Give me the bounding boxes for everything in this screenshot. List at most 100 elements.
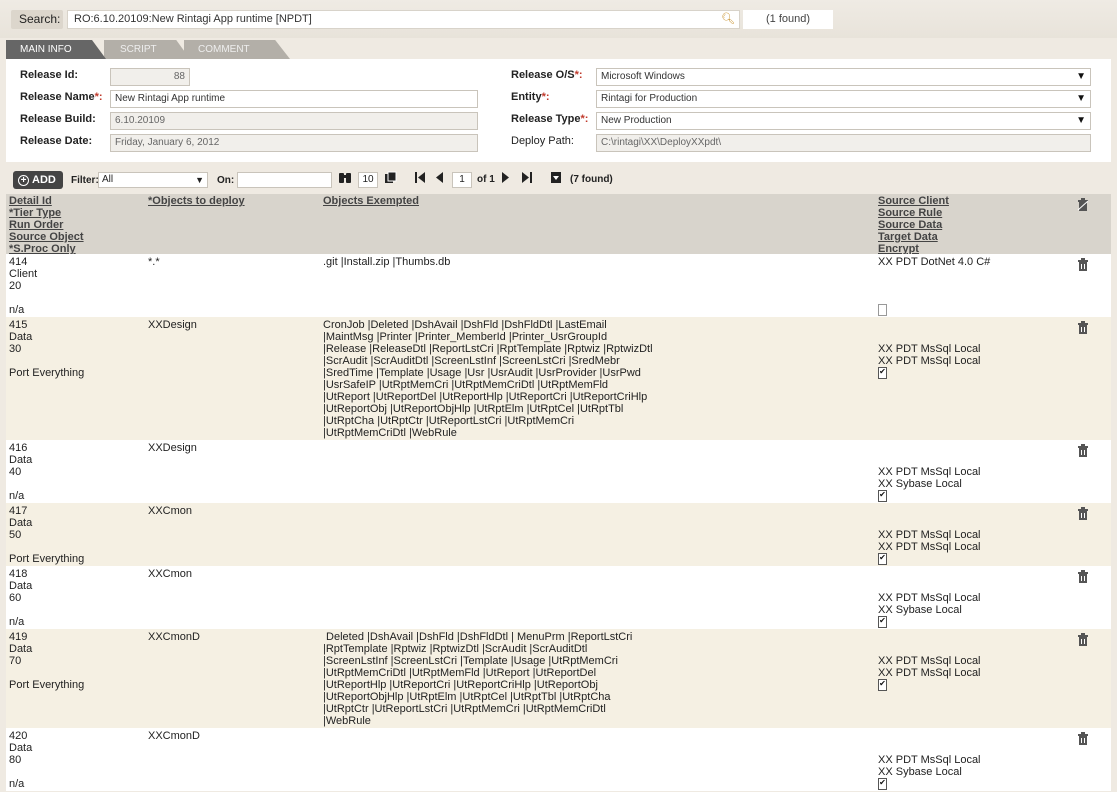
first-page-icon[interactable] <box>414 171 426 187</box>
objects-to-deploy: XXCmonD <box>148 631 200 643</box>
search-input[interactable]: RO:6.10.20109:New Rintagi App runtime [N… <box>67 10 740 29</box>
export-icon[interactable] <box>550 171 562 187</box>
next-page-icon[interactable] <box>501 171 511 187</box>
source-target-cell: XX PDT MsSql Local XX Sybase Local ✔ <box>878 568 981 628</box>
objects-to-deploy: XXCmon <box>148 505 193 517</box>
run-order: 30 <box>9 343 22 355</box>
filter-label: Filter: <box>71 175 99 186</box>
encrypt: ✔ <box>878 367 981 379</box>
release-name-field[interactable]: New Rintagi App runtime <box>110 90 478 108</box>
entity-select[interactable]: Rintagi for Production ▼ <box>596 90 1091 108</box>
chevron-down-icon: ▼ <box>195 175 204 185</box>
encrypt: ✔ <box>878 553 981 565</box>
run-order: 80 <box>9 754 22 766</box>
chevron-down-icon: ▼ <box>1076 71 1086 82</box>
target-data: XX PDT MsSql Local <box>878 667 981 679</box>
detail-cell: 419 Data 70 Port Everything <box>9 631 84 691</box>
objects-exempted: .git |Install.zip |Thumbs.db <box>323 256 658 268</box>
exempted-line: |SredTime |Template |Usage |Usr |UsrAudi… <box>323 367 641 379</box>
objects-exempted: CronJob |Deleted |DshAvail |DshFld |DshF… <box>323 319 658 439</box>
encrypt: ✔ <box>878 490 981 502</box>
on-label: On: <box>217 175 235 186</box>
encrypt-checkbox[interactable]: ✔ <box>878 616 887 628</box>
trash-icon[interactable] <box>1077 258 1089 271</box>
detail-id: 415 <box>9 319 28 331</box>
table-row[interactable]: 416 Data 40 n/a XXDesign XX PDT MsSql Local XX… <box>6 440 1111 503</box>
trash-icon[interactable] <box>1077 444 1089 457</box>
header-col-source[interactable]: Source Client Source Rule Source Data Targe… <box>878 195 949 255</box>
trash-icon[interactable] <box>1077 570 1089 583</box>
sproc-only: n/a <box>9 616 25 628</box>
table-row[interactable]: 419 Data 70 Port Everything XXCmonD Deleted … <box>6 629 1111 728</box>
tab-comment[interactable]: COMMENT <box>184 40 290 59</box>
tier-type: Data <box>9 454 33 466</box>
header-col-objects[interactable]: *Objects to deploy <box>148 195 245 207</box>
objects-to-deploy: XXDesign <box>148 442 197 454</box>
detail-cell: 420 Data 80 n/a <box>9 730 32 790</box>
table-row[interactable]: 420 Data 80 n/a XXCmonD XX PDT MsSql Local XX … <box>6 728 1111 791</box>
trash-icon[interactable] <box>1077 732 1089 745</box>
tab-script[interactable]: SCRIPT <box>104 40 190 59</box>
sproc-only: Port Everything <box>9 679 85 691</box>
copy-icon[interactable] <box>384 171 397 187</box>
required-mark: *: <box>580 113 589 125</box>
encrypt-checkbox[interactable]: ✔ <box>878 490 887 502</box>
trash-icon[interactable] <box>1077 633 1089 646</box>
trash-icon[interactable] <box>1077 507 1089 520</box>
objects-to-deploy: XXDesign <box>148 319 197 331</box>
table-row[interactable]: 417 Data 50 Port Everything XXCmon XX PDT MsS… <box>6 503 1111 566</box>
release-os-select[interactable]: Microsoft Windows ▼ <box>596 68 1091 86</box>
chevron-down-icon: ▼ <box>1076 93 1086 104</box>
encrypt <box>878 304 990 316</box>
encrypt-checkbox[interactable]: ✔ <box>878 553 887 565</box>
target-data: XX Sybase Local <box>878 766 962 778</box>
encrypt: ✔ <box>878 616 981 628</box>
header-col-exempted[interactable]: Objects Exempted <box>323 195 419 207</box>
encrypt-checkbox[interactable]: ✔ <box>878 778 887 790</box>
release-id-label: Release Id: <box>20 69 79 81</box>
trash-icon[interactable] <box>1077 321 1089 334</box>
exempted-line: |UtReportObjHlp |UtRptElm |UtRptCel |UtR… <box>323 691 611 703</box>
exempted-line: |ScreenLstInf |ScreenLstCri |Template |U… <box>323 655 618 667</box>
exempted-line: .git |Install.zip |Thumbs.db <box>323 256 451 268</box>
exempted-line: |WebRule <box>323 715 371 727</box>
prev-page-icon[interactable] <box>434 171 444 187</box>
table-row[interactable]: 418 Data 60 n/a XXCmon XX PDT MsSql Local XX S… <box>6 566 1111 629</box>
release-type-select[interactable]: New Production ▼ <box>596 112 1091 130</box>
table-row[interactable]: 414 Client 20 n/a *.* .git |Install.zip |Thum… <box>6 254 1111 317</box>
source-client <box>878 631 981 643</box>
page-number-input[interactable]: 1 <box>452 172 472 188</box>
last-page-icon[interactable] <box>521 171 533 187</box>
source-target-cell: XX PDT MsSql Local XX Sybase Local ✔ <box>878 730 981 790</box>
delete-all-icon[interactable] <box>1077 198 1089 211</box>
table-row[interactable]: 415 Data 30 Port Everything XXDesign CronJob … <box>6 317 1111 440</box>
add-button[interactable]: + ADD <box>13 171 63 189</box>
search-icon[interactable]: 🔍︎ <box>718 11 738 28</box>
tier-type: Data <box>9 331 33 343</box>
exempted-line: CronJob |Deleted |DshAvail |DshFld |DshF… <box>323 319 607 331</box>
tab-main-info[interactable]: MAIN INFO <box>6 40 106 59</box>
exempted-line: |UtRptMemCriDtl |UtRptMemFld |UtReport |… <box>323 667 597 679</box>
required-mark: *: <box>541 91 550 103</box>
on-input[interactable] <box>237 172 332 188</box>
encrypt-checkbox[interactable] <box>878 304 887 316</box>
detail-id: 417 <box>9 505 28 517</box>
sproc-only: n/a <box>9 490 25 502</box>
encrypt-checkbox[interactable]: ✔ <box>878 679 887 691</box>
sproc-only: n/a <box>9 778 25 790</box>
filter-select[interactable]: All ▼ <box>98 172 208 188</box>
page-size-input[interactable]: 10 <box>358 172 378 188</box>
tier-type: Data <box>9 742 33 754</box>
deploy-path-label: Deploy Path: <box>511 135 574 147</box>
source-client <box>878 442 981 454</box>
binoculars-icon[interactable] <box>338 171 352 187</box>
tier-type: Data <box>9 643 33 655</box>
source-data: XX PDT MsSql Local <box>878 592 981 604</box>
detail-id: 416 <box>9 442 28 454</box>
encrypt-checkbox[interactable]: ✔ <box>878 367 887 379</box>
target-data: XX Sybase Local <box>878 604 962 616</box>
source-object <box>9 667 84 679</box>
header-col-detail[interactable]: Detail Id *Tier Type Run Order Source Objec… <box>9 195 84 255</box>
objects-exempted: Deleted |DshAvail |DshFld |DshFldDtl | M… <box>323 631 658 727</box>
source-rule <box>878 742 981 754</box>
